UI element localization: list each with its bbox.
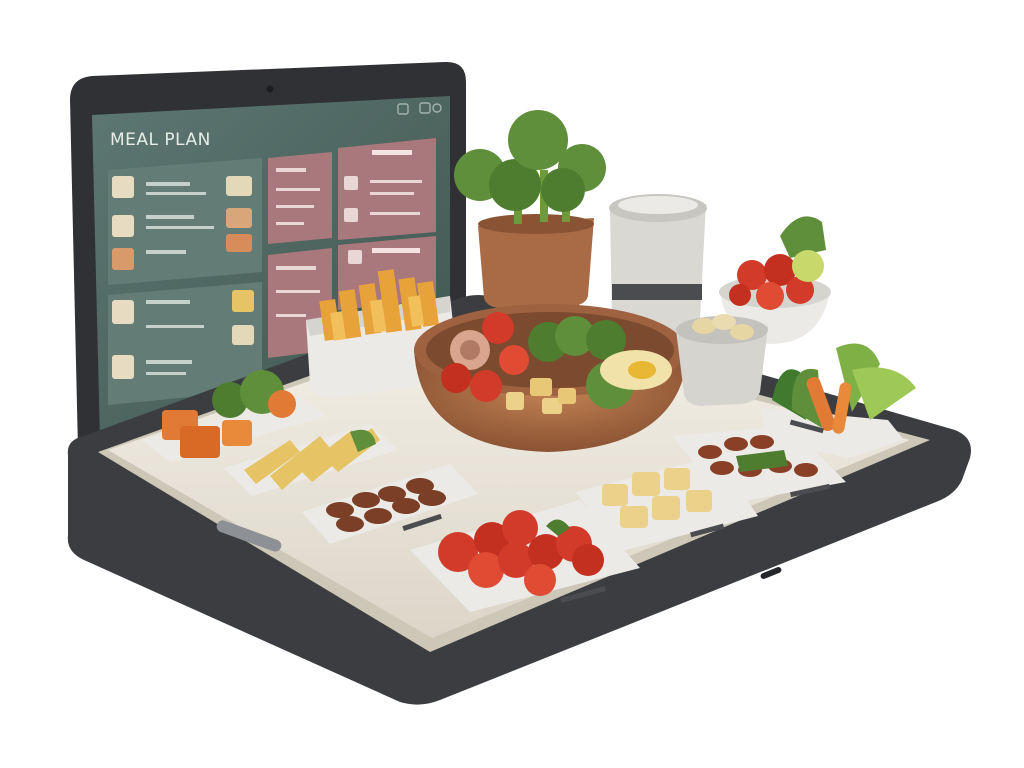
camera-icon: [266, 85, 274, 93]
mushroom-cup[interactable]: [676, 314, 768, 406]
plan-card-1[interactable]: [108, 158, 262, 285]
meal-plan-scene: MEAL PLAN: [67, 61, 972, 705]
plan-card-rose-1[interactable]: [268, 152, 332, 244]
page-title: MEAL PLAN: [110, 130, 211, 150]
plan-card-rose-2[interactable]: [338, 138, 436, 240]
broccoli-plant[interactable]: [454, 110, 606, 308]
